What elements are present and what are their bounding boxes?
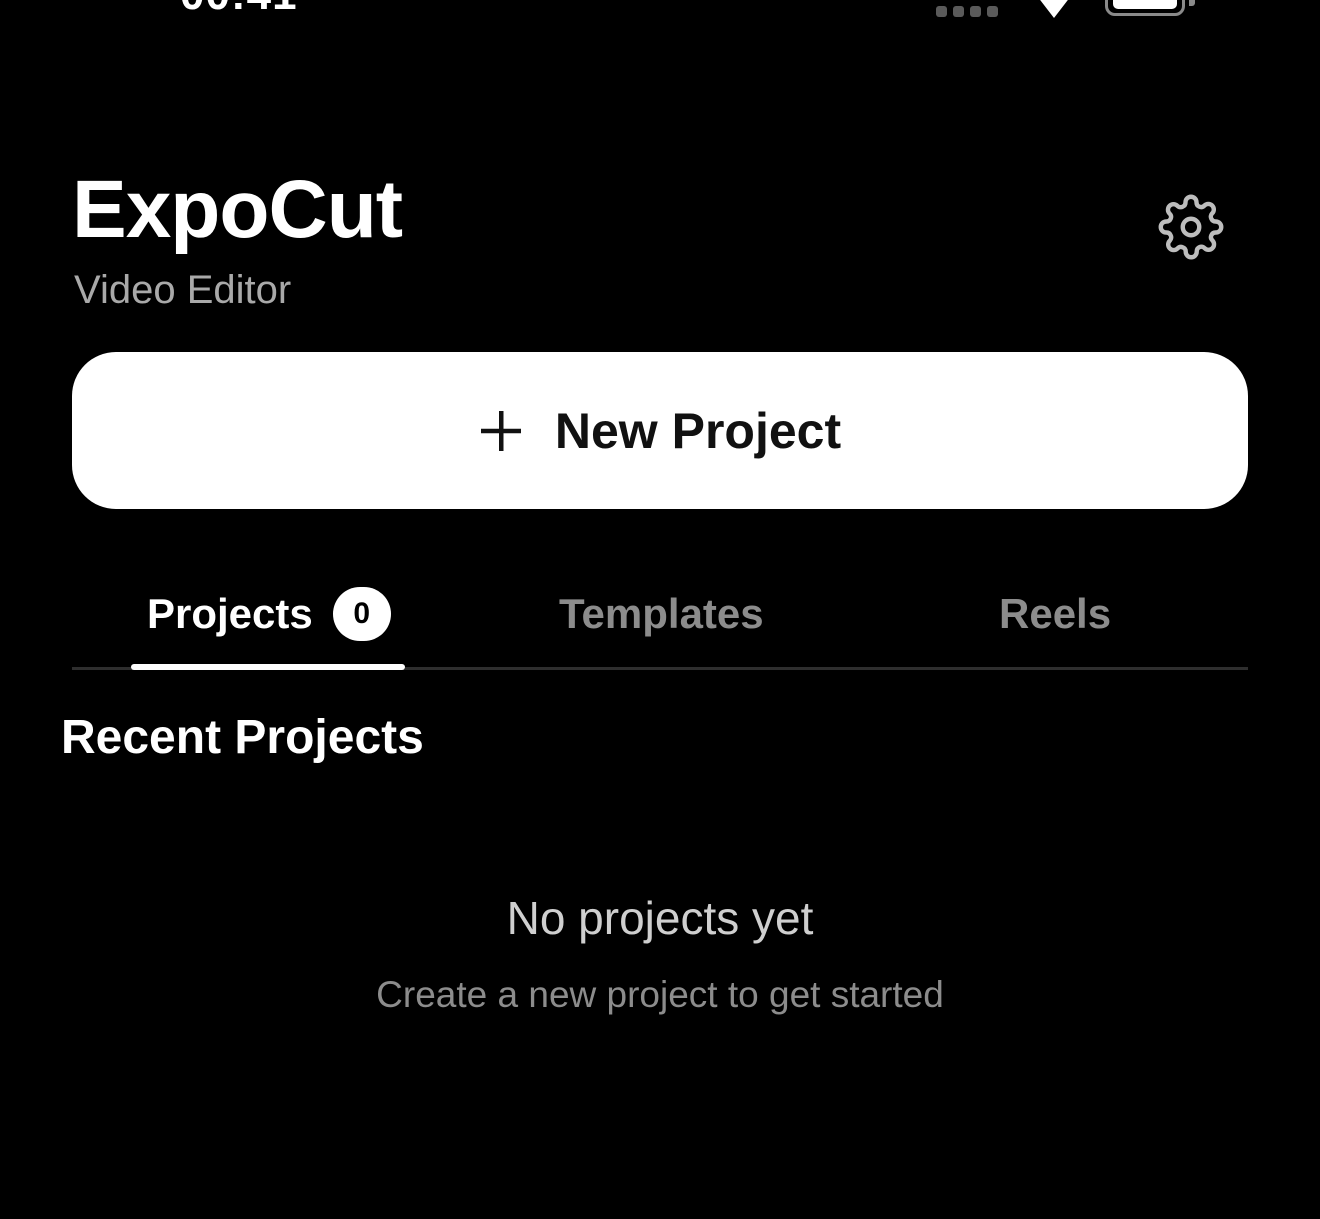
battery-icon (1105, 0, 1185, 16)
tab-reels[interactable]: Reels (999, 560, 1111, 667)
app-subtitle: Video Editor (74, 268, 292, 312)
new-project-button[interactable]: New Project (72, 352, 1248, 509)
gear-icon[interactable] (1158, 194, 1224, 260)
empty-state-title: No projects yet (506, 892, 814, 944)
active-tab-indicator (131, 664, 405, 670)
wifi-icon (1040, 0, 1068, 18)
tab-templates-label: Templates (559, 589, 764, 637)
tab-projects-label: Projects (147, 589, 313, 637)
tab-reels-label: Reels (999, 589, 1112, 637)
cellular-signal-icon (936, 6, 998, 17)
projects-count-badge: 0 (332, 586, 391, 641)
tab-templates[interactable]: Templates (559, 560, 764, 667)
recent-projects-title: Recent Projects (61, 711, 424, 764)
plus-icon (480, 410, 521, 451)
tab-projects[interactable]: Projects 0 (147, 560, 391, 667)
new-project-label: New Project (554, 402, 842, 459)
battery-tip (1189, 0, 1195, 6)
tab-bar: Projects 0 Templates Reels (72, 560, 1248, 670)
app-title: ExpoCut (72, 164, 403, 255)
empty-state-subtitle: Create a new project to get started (376, 974, 944, 1015)
status-time: 00:41 (180, 0, 298, 20)
